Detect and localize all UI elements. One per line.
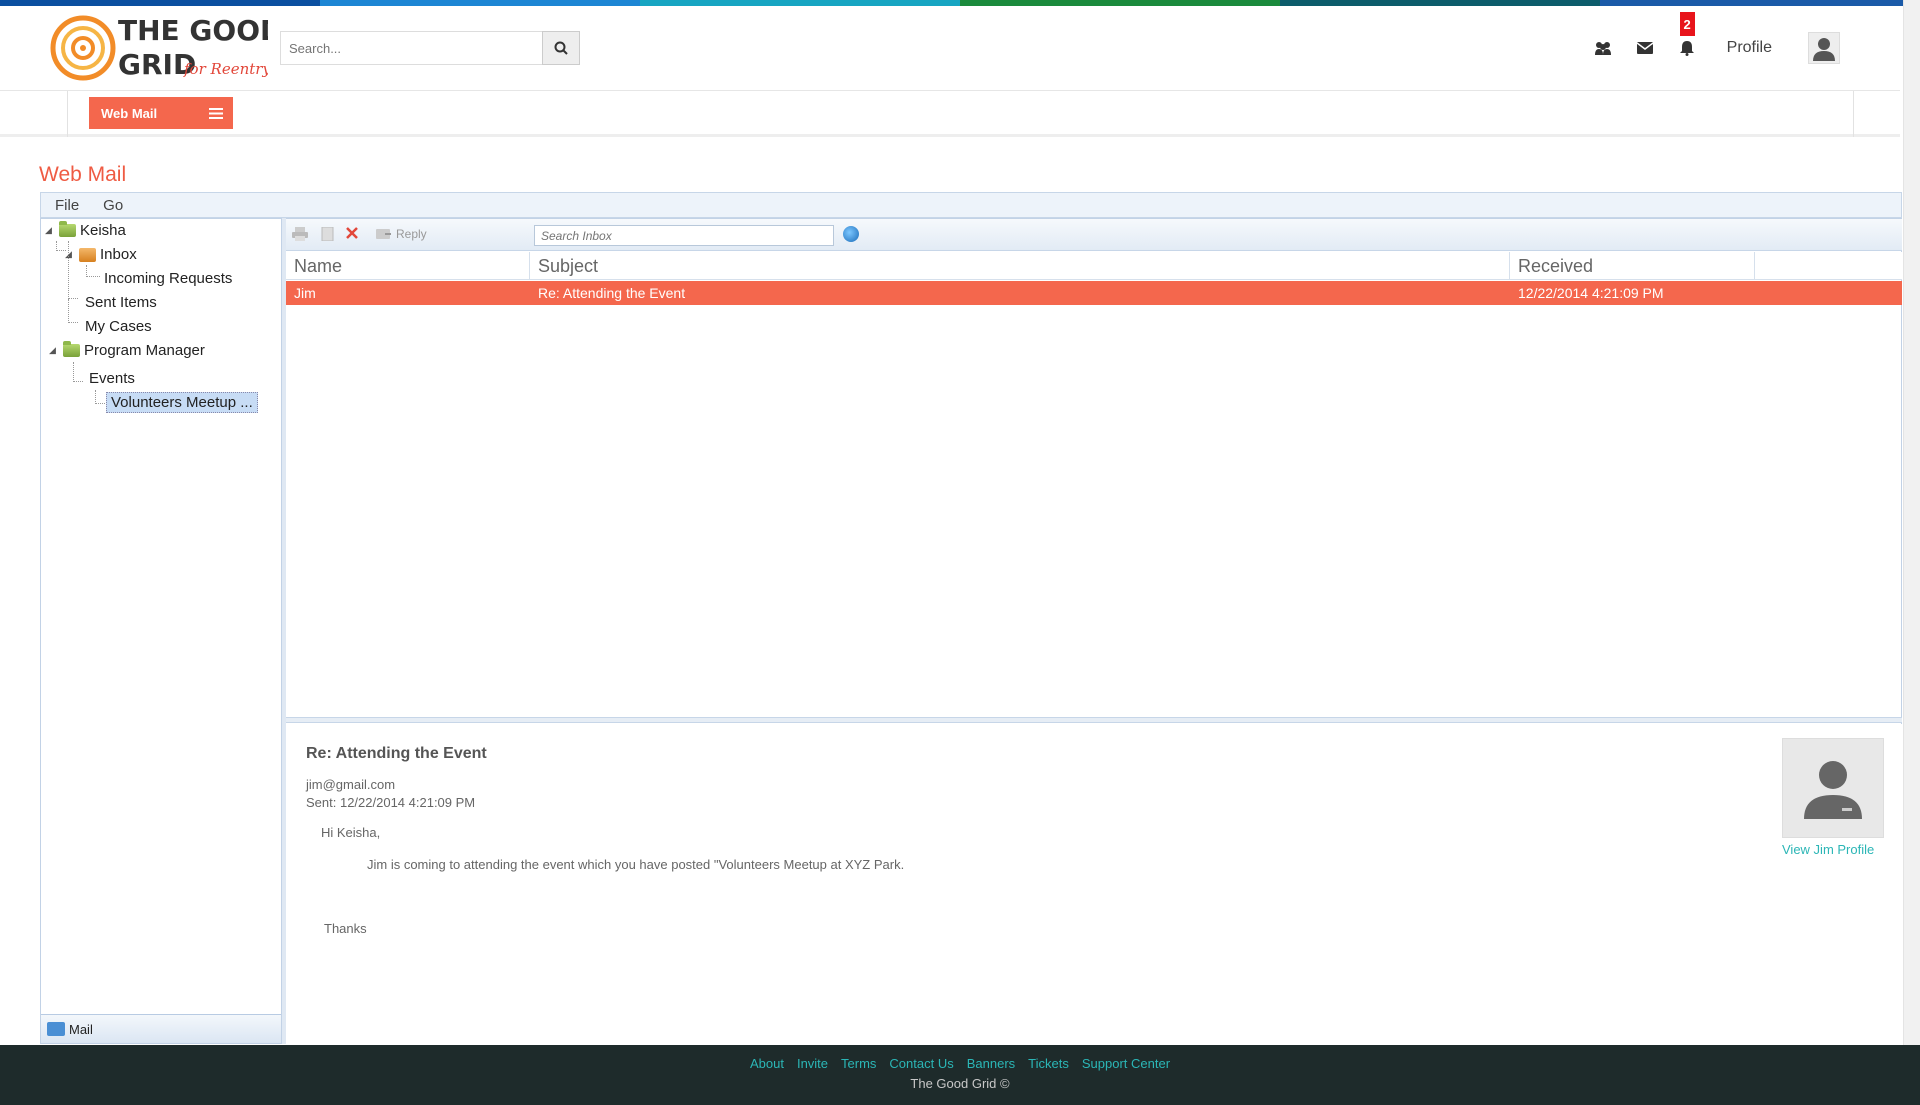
webmail-menu-button[interactable]: Web Mail bbox=[89, 97, 233, 129]
tree-node-sent-items[interactable]: Sent Items bbox=[85, 294, 157, 311]
message-subject: Re: Attending the Event bbox=[306, 745, 487, 762]
print-button[interactable] bbox=[292, 227, 308, 241]
tree-connector bbox=[68, 241, 78, 299]
column-header-name[interactable]: Name bbox=[286, 252, 530, 280]
tree-node-volunteers-meetup[interactable]: Volunteers Meetup ... bbox=[106, 392, 258, 413]
inbox-icon bbox=[79, 247, 96, 262]
footer-link-about[interactable]: About bbox=[750, 1056, 784, 1071]
message-pane: Reply Name Subject Received Jim Re: Atte… bbox=[286, 218, 1902, 1044]
folder-icon bbox=[59, 221, 76, 237]
subnav-divider bbox=[67, 91, 68, 137]
document-icon bbox=[321, 227, 334, 241]
reply-label: Reply bbox=[396, 227, 427, 241]
footer-link-banners[interactable]: Banners bbox=[967, 1056, 1015, 1071]
tree-node-incoming-requests[interactable]: Incoming Requests bbox=[104, 270, 232, 287]
message-greeting: Hi Keisha, bbox=[321, 825, 381, 840]
collapse-arrow-icon[interactable]: ◢ bbox=[45, 225, 55, 236]
tree-label: Program Manager bbox=[84, 342, 205, 359]
collapse-arrow-icon[interactable]: ◢ bbox=[49, 345, 59, 356]
tree-label: Incoming Requests bbox=[104, 270, 233, 287]
column-header-received[interactable]: Received bbox=[1510, 252, 1755, 280]
profile-link[interactable]: Profile bbox=[1727, 39, 1772, 57]
mail-icon bbox=[47, 1022, 65, 1036]
site-search-button[interactable] bbox=[542, 31, 580, 65]
column-header-subject[interactable]: Subject bbox=[530, 252, 1510, 280]
message-sent: Sent: 12/22/2014 4:21:09 PM bbox=[306, 795, 476, 810]
person-icon bbox=[1804, 761, 1862, 819]
tree-node-events[interactable]: Events bbox=[89, 370, 135, 387]
site-header: THE GOOD GRID for Reentry 2 Profile bbox=[0, 6, 1900, 91]
site-footer: About Invite Terms Contact Us Banners Ti… bbox=[0, 1045, 1920, 1105]
logo-text-good: THE GOOD bbox=[118, 14, 268, 47]
printer-icon bbox=[292, 227, 308, 241]
menu-file[interactable]: File bbox=[55, 197, 79, 214]
reply-icon bbox=[376, 229, 391, 239]
folder-tree-pane: ◢ Keisha ◢ Inbox Incoming Requests Sent … bbox=[40, 218, 282, 1044]
message-body: Jim is coming to attending the event whi… bbox=[367, 857, 905, 872]
footer-link-support[interactable]: Support Center bbox=[1082, 1056, 1170, 1071]
table-row[interactable]: Jim Re: Attending the Event 12/22/2014 4… bbox=[286, 281, 1902, 305]
reading-pane-splitter[interactable] bbox=[286, 717, 1902, 723]
sender-avatar[interactable] bbox=[1782, 738, 1884, 838]
forward-button[interactable] bbox=[320, 227, 336, 241]
row-received: 12/22/2014 4:21:09 PM bbox=[1518, 285, 1664, 301]
page-title: Web Mail bbox=[39, 163, 127, 186]
mail-pane-tab[interactable]: Mail bbox=[41, 1014, 281, 1043]
delete-button[interactable] bbox=[346, 227, 358, 239]
person-icon bbox=[1813, 38, 1835, 61]
footer-copyright: The Good Grid © bbox=[910, 1076, 1010, 1091]
inbox-search-input[interactable] bbox=[534, 225, 834, 246]
page-scrollbar[interactable] bbox=[1903, 0, 1920, 1045]
tree-node-program-manager[interactable]: ◢ Program Manager bbox=[49, 341, 205, 359]
view-sender-profile-link[interactable]: View Jim Profile bbox=[1782, 842, 1874, 857]
message-thanks: Thanks bbox=[324, 921, 367, 936]
reply-button[interactable]: Reply bbox=[376, 227, 427, 241]
mail-toolbar: Reply bbox=[286, 219, 1902, 251]
search-go-icon[interactable] bbox=[843, 226, 859, 242]
footer-links: About Invite Terms Contact Us Banners Ti… bbox=[0, 1056, 1920, 1071]
row-name: Jim bbox=[294, 285, 316, 301]
message-from: jim@gmail.com bbox=[306, 777, 396, 792]
tree-node-my-cases[interactable]: My Cases bbox=[85, 318, 152, 335]
mail-tab-label: Mail bbox=[69, 1021, 93, 1037]
bell-icon[interactable]: 2 bbox=[1677, 12, 1697, 58]
tree-node-keisha[interactable]: ◢ Keisha bbox=[45, 221, 126, 239]
header-actions: 2 Profile bbox=[1593, 12, 1840, 68]
row-subject: Re: Attending the Event bbox=[538, 285, 686, 301]
tree-label: My Cases bbox=[85, 318, 152, 335]
tree-connector bbox=[86, 265, 100, 277]
search-icon bbox=[554, 41, 568, 55]
tree-connector bbox=[73, 362, 83, 382]
envelope-icon[interactable] bbox=[1635, 38, 1655, 58]
tree-label: Inbox bbox=[100, 246, 137, 263]
footer-link-contact[interactable]: Contact Us bbox=[889, 1056, 953, 1071]
close-icon bbox=[346, 227, 358, 239]
notification-badge: 2 bbox=[1679, 12, 1695, 36]
site-search bbox=[280, 31, 580, 65]
sub-navigation: Web Mail bbox=[0, 91, 1900, 137]
footer-link-terms[interactable]: Terms bbox=[841, 1056, 876, 1071]
tree-label: Volunteers Meetup ... bbox=[111, 394, 253, 411]
tree-label: Sent Items bbox=[85, 294, 157, 311]
webmail-menu-label: Web Mail bbox=[101, 105, 158, 121]
message-grid-header: Name Subject Received bbox=[286, 252, 1902, 280]
tree-label: Events bbox=[89, 370, 135, 387]
users-icon[interactable] bbox=[1593, 38, 1613, 58]
reading-pane: Re: Attending the Event jim@gmail.com Se… bbox=[286, 724, 1902, 1044]
site-search-input[interactable] bbox=[280, 31, 542, 65]
site-logo[interactable]: THE GOOD GRID for Reentry bbox=[48, 10, 283, 86]
footer-link-tickets[interactable]: Tickets bbox=[1028, 1056, 1069, 1071]
mail-menubar: File Go bbox=[40, 192, 1902, 218]
subnav-divider bbox=[1853, 91, 1854, 137]
menu-go[interactable]: Go bbox=[103, 197, 123, 214]
tree-label: Keisha bbox=[80, 222, 126, 239]
tree-connector bbox=[68, 299, 78, 323]
tree-connector bbox=[95, 390, 105, 404]
folder-icon bbox=[63, 341, 80, 357]
logo-tagline: for Reentry bbox=[183, 60, 268, 78]
footer-link-invite[interactable]: Invite bbox=[797, 1056, 828, 1071]
user-avatar[interactable] bbox=[1808, 32, 1840, 64]
hamburger-icon bbox=[209, 107, 223, 119]
